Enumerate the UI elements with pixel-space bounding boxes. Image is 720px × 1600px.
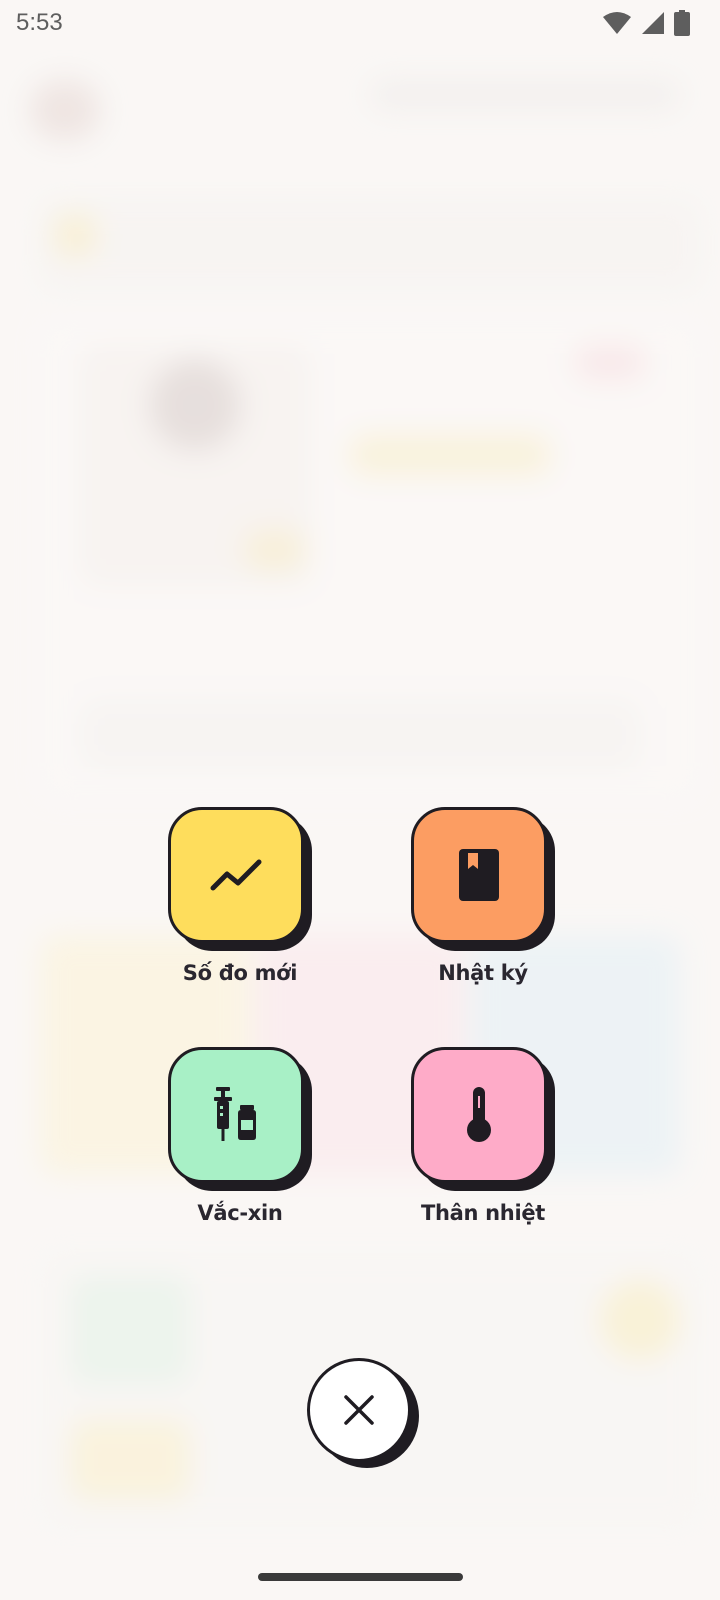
vaccine-icon <box>214 1087 256 1141</box>
status-icons <box>602 10 690 36</box>
diary-tile-face[interactable] <box>411 807 547 943</box>
temperature-button[interactable]: Thân nhiệt <box>393 1047 573 1225</box>
trending-up-icon <box>210 859 262 891</box>
close-button[interactable] <box>307 1358 419 1470</box>
diary-tile[interactable] <box>411 807 555 951</box>
wifi-icon <box>603 12 631 34</box>
diary-label: Nhật ký <box>438 961 528 985</box>
diary-button[interactable]: Nhật ký <box>393 807 573 985</box>
new-measurement-label: Số đo mới <box>182 961 298 985</box>
thermometer-icon <box>467 1087 491 1142</box>
temperature-tile[interactable] <box>411 1047 555 1191</box>
status-time: 5:53 <box>16 9 63 36</box>
new-measurement-tile[interactable] <box>168 807 312 951</box>
new-measurement-tile-face[interactable] <box>168 807 304 943</box>
new-measurement-button[interactable]: Số đo mới <box>150 807 330 985</box>
book-icon <box>459 849 499 901</box>
home-indicator[interactable] <box>258 1573 463 1581</box>
battery-icon <box>674 10 690 36</box>
vaccine-button[interactable]: Vắc-xin <box>150 1047 330 1225</box>
status-bar: 5:53 <box>0 0 720 48</box>
temperature-tile-face[interactable] <box>411 1047 547 1183</box>
temperature-label: Thân nhiệt <box>420 1201 546 1225</box>
cellular-signal-icon <box>642 12 664 34</box>
close-button-face[interactable] <box>307 1358 411 1462</box>
vaccine-tile[interactable] <box>168 1047 312 1191</box>
vaccine-label: Vắc-xin <box>197 1201 283 1225</box>
vaccine-tile-face[interactable] <box>168 1047 304 1183</box>
close-icon <box>344 1395 374 1425</box>
